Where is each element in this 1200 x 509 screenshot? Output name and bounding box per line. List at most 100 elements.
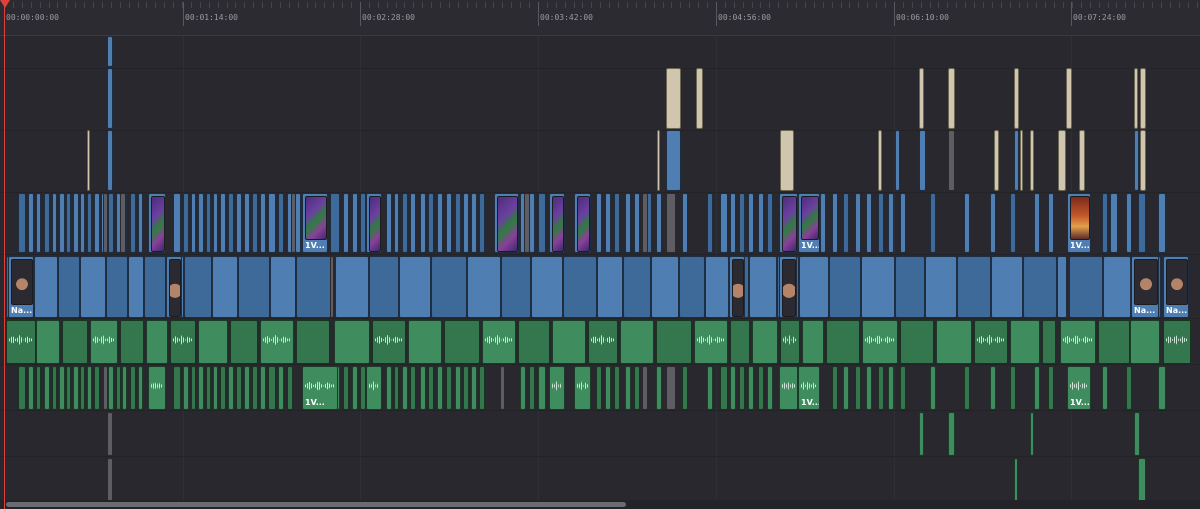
audio-clip[interactable] <box>1158 366 1166 410</box>
title-clip[interactable] <box>1030 130 1034 191</box>
audio-clip[interactable] <box>18 366 26 410</box>
audio-clip[interactable] <box>244 366 250 410</box>
video-clip[interactable] <box>1126 193 1132 253</box>
video-clip[interactable] <box>1010 193 1016 253</box>
video-clip[interactable] <box>80 256 106 318</box>
title-clip[interactable] <box>1014 68 1019 129</box>
video-clip[interactable] <box>268 193 276 253</box>
audio-clip[interactable] <box>549 366 565 410</box>
video-clip[interactable] <box>191 193 196 253</box>
video-clip[interactable] <box>107 130 113 191</box>
video-clip[interactable] <box>394 193 399 253</box>
audio-clip[interactable] <box>888 366 894 410</box>
video-clip[interactable] <box>28 193 34 253</box>
audio-clip[interactable] <box>420 366 426 410</box>
audio-clip[interactable] <box>268 366 276 410</box>
video-clip[interactable] <box>758 193 764 253</box>
video-clip[interactable] <box>930 193 936 253</box>
video-clip[interactable] <box>471 193 477 253</box>
video-clip[interactable] <box>410 193 416 253</box>
video-clip[interactable] <box>855 193 861 253</box>
audio-clip[interactable] <box>780 320 800 364</box>
video-clip[interactable] <box>296 256 332 318</box>
video-clip[interactable] <box>666 130 681 191</box>
audio-clip[interactable] <box>437 366 443 410</box>
audio-clip[interactable] <box>471 366 477 410</box>
audio-clip[interactable] <box>80 366 85 410</box>
video-clip[interactable] <box>1138 193 1146 253</box>
audio-clip[interactable]: 1V... <box>798 366 820 410</box>
audio-clip[interactable] <box>1130 320 1160 364</box>
title-clip[interactable] <box>666 68 681 129</box>
video-clip[interactable] <box>106 256 128 318</box>
audio-clip[interactable] <box>394 366 399 410</box>
video-clip[interactable] <box>729 256 745 318</box>
video-clip[interactable] <box>1057 256 1067 318</box>
audio-clip[interactable] <box>919 412 924 456</box>
video-clip[interactable] <box>682 193 688 253</box>
video-clip[interactable] <box>964 193 970 253</box>
audio-clip[interactable] <box>455 366 461 410</box>
audio-clip[interactable] <box>656 366 662 410</box>
video-clip[interactable] <box>1102 193 1108 253</box>
video-clip[interactable]: Na... <box>1163 256 1189 318</box>
audio-clip[interactable] <box>213 366 218 410</box>
video-clip[interactable] <box>335 256 369 318</box>
video-clip[interactable] <box>820 193 826 253</box>
audio-clip[interactable] <box>974 320 1008 364</box>
video-clip[interactable]: 1V... <box>798 193 820 253</box>
video-clip[interactable] <box>501 256 531 318</box>
audio-clip[interactable] <box>862 320 898 364</box>
audio-clip[interactable] <box>108 366 114 410</box>
video-clip[interactable] <box>330 193 340 253</box>
disabled-clip[interactable] <box>524 193 530 253</box>
video-clip[interactable] <box>144 256 166 318</box>
playhead-marker[interactable] <box>0 0 10 8</box>
video-clip[interactable] <box>94 193 100 253</box>
video-clip[interactable] <box>574 193 591 253</box>
video-clip[interactable] <box>888 193 894 253</box>
video-clip[interactable] <box>707 193 713 253</box>
audio-clip[interactable] <box>682 366 688 410</box>
video-clip[interactable] <box>130 193 136 253</box>
audio-clip[interactable] <box>596 366 602 410</box>
timeline-tracks[interactable]: 1V... 1V... 1V... Na... Na... Na... 1V... 1V...… <box>0 36 1200 509</box>
disabled-clip[interactable] <box>500 366 505 410</box>
video-clip[interactable] <box>634 193 640 253</box>
video-clip[interactable] <box>1014 130 1019 191</box>
audio-clip[interactable] <box>707 366 713 410</box>
video-clip[interactable] <box>597 256 623 318</box>
audio-clip[interactable]: 1V... <box>302 366 338 410</box>
title-clip[interactable] <box>919 68 924 129</box>
audio-clip[interactable] <box>538 366 546 410</box>
audio-clip[interactable] <box>1034 366 1040 410</box>
video-clip[interactable]: Na... <box>8 256 34 318</box>
timeline-ruler[interactable]: 00:00:00:00 00:01:14:00 00:02:28:00 00:03:4… <box>0 0 1200 36</box>
audio-clip[interactable] <box>730 366 736 410</box>
video-clip[interactable] <box>596 193 602 253</box>
title-clip[interactable] <box>1140 130 1146 191</box>
audio-clip[interactable] <box>990 366 996 410</box>
disabled-clip[interactable] <box>330 256 334 318</box>
video-clip[interactable] <box>651 256 679 318</box>
title-clip[interactable] <box>1134 68 1138 129</box>
title-clip[interactable] <box>657 130 660 191</box>
audio-clip[interactable] <box>120 320 144 364</box>
disabled-clip[interactable] <box>666 366 676 410</box>
audio-clip[interactable] <box>148 366 166 410</box>
audio-clip[interactable] <box>748 366 754 410</box>
audio-clip[interactable] <box>463 366 469 410</box>
audio-clip[interactable] <box>252 366 258 410</box>
audio-clip[interactable] <box>614 366 620 410</box>
audio-clip[interactable] <box>116 366 121 410</box>
audio-clip[interactable] <box>948 412 955 456</box>
video-clip[interactable] <box>431 256 467 318</box>
audio-clip[interactable] <box>173 366 181 410</box>
video-clip[interactable] <box>386 193 392 253</box>
video-clip[interactable] <box>531 256 563 318</box>
video-clip[interactable] <box>206 193 211 253</box>
video-clip[interactable] <box>220 193 226 253</box>
audio-clip[interactable] <box>366 366 382 410</box>
audio-clip[interactable] <box>694 320 728 364</box>
audio-clip[interactable] <box>518 320 550 364</box>
